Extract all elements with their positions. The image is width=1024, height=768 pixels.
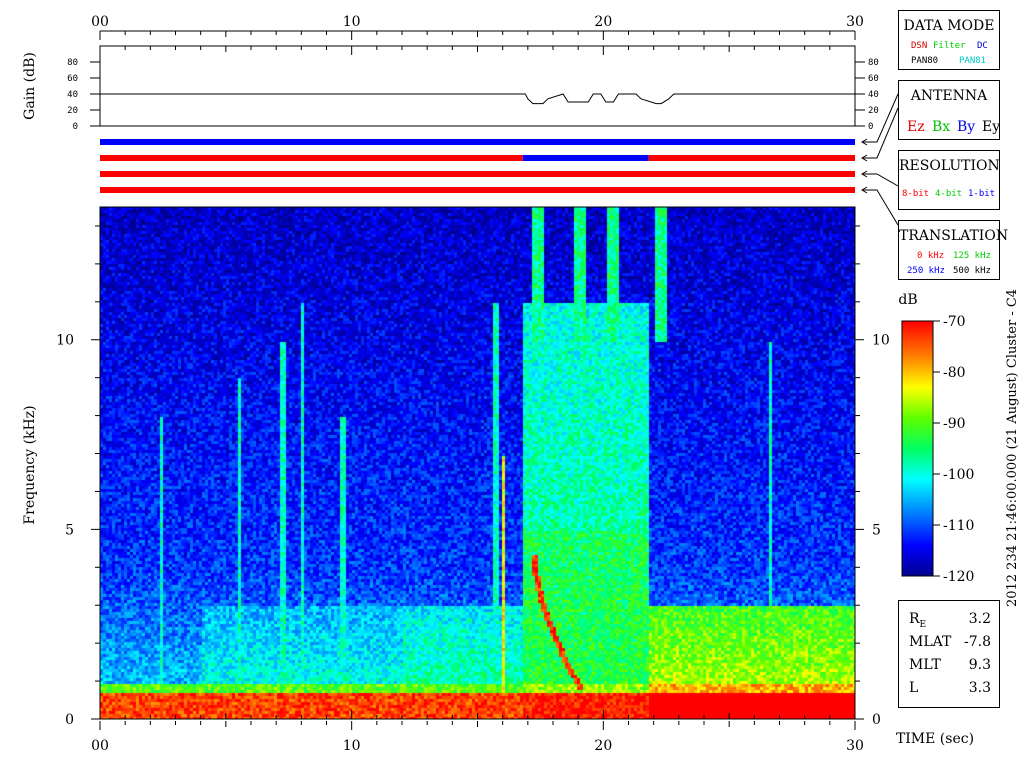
translation-item-500khz: 500 kHz [953, 266, 991, 276]
resolution-title: RESOLUTION [899, 158, 1000, 174]
translation-item-125khz: 125 kHz [953, 251, 991, 261]
data-mode-item-filter: Filter [933, 41, 966, 51]
ephemeris-value-mlt: 9.3 [968, 657, 991, 673]
freq-tick-label: 5 [65, 522, 74, 538]
time-tick-label-top: 10 [343, 14, 361, 30]
translation-title: TRANSLATION [899, 228, 1009, 244]
antenna-item-by: By [957, 119, 976, 135]
ephemeris-label-mlat: MLAT [909, 634, 952, 650]
data-mode-item-dsn: DSN [911, 41, 928, 51]
translation-item-250khz: 250 kHz [907, 266, 945, 276]
data-mode-item-pan81: PAN81 [959, 56, 987, 66]
antenna-item-bx: Bx [932, 119, 951, 135]
caption: 2012 234 21:46:00.000 (21 August) Cluste… [1005, 289, 1020, 607]
mode-bar-segment [522, 155, 649, 161]
colorbar-tick-label: -120 [943, 569, 974, 585]
data-mode-item-dc: DC [977, 41, 988, 51]
antenna-title: ANTENNA [910, 88, 988, 104]
ephemeris-label-l: L [909, 680, 919, 696]
translation-item-0khz: 0 kHz [917, 251, 945, 261]
ephemeris-value-re: 3.2 [968, 611, 991, 627]
time-tick-label-bottom: 10 [343, 738, 361, 754]
gain-tick-label-right: 20 [868, 106, 879, 116]
gain-tick-label-right: 0 [868, 122, 873, 132]
colorbar-tick-label: -100 [943, 467, 974, 483]
ephemeris-value-l: 3.3 [968, 680, 991, 696]
colorbar-tick-label: -80 [943, 365, 966, 381]
mode-bars [100, 139, 855, 193]
ephemeris-box: RE 3.2 MLAT -7.8 MLT 9.3 L 3.3 [898, 600, 1000, 708]
time-tick-label-bottom: 00 [91, 738, 109, 754]
spectrogram-figure: 80 8060 6040 4020 200 0 Gain (dB) 10 105 50 0 Fr… [22, 14, 1020, 754]
colorbar-tick-label: -110 [943, 518, 974, 534]
antenna-item-ey: Ey [982, 119, 1001, 135]
resolution-item-1bit: 1-bit [968, 189, 996, 199]
colorbar: -70 -80 -90 -100 -110 -120 dB 2012 234 21:46:… [898, 289, 1020, 607]
frequency-axis-label: Frequency (kHz) [22, 405, 38, 524]
data-mode-title: DATA MODE [903, 18, 995, 34]
gain-tick-label-right: 40 [868, 90, 879, 100]
mode-bar-segment [648, 155, 855, 161]
ephemeris-row: MLAT -7.8 [909, 634, 991, 652]
freq-tick-label: 0 [65, 712, 74, 728]
mode-bar-segment [100, 155, 523, 161]
freq-tick-label-right: 5 [872, 522, 881, 538]
colorbar-unit: dB [898, 292, 917, 308]
colorbar-tick-label: -90 [943, 416, 966, 432]
mode-bar-segment [100, 139, 855, 145]
time-tick-label-bottom: 30 [846, 738, 864, 754]
gain-tick-label: 20 [67, 106, 78, 116]
gain-tick-label: 40 [67, 90, 78, 100]
mode-bar-segment [100, 187, 855, 193]
time-tick-label-top: 30 [846, 14, 864, 30]
spectrogram-panel: 10 10 5 5 0 0 Frequency (kHz) [22, 206, 890, 728]
time-axis-label: TIME (sec) [896, 731, 974, 747]
gain-tick-label: 80 [67, 58, 78, 68]
data-mode-box: DATA MODE DSN Filter DC PAN80 PAN81 [898, 10, 1000, 70]
ephemeris-value-mlat: -7.8 [964, 634, 991, 650]
colorbar-tick-label: -70 [943, 314, 966, 330]
colorbar-ticks: -70 -80 -90 -100 -110 -120 [933, 314, 974, 585]
resolution-item-4bit: 4-bit [935, 189, 963, 199]
freq-tick-label-right: 0 [872, 712, 881, 728]
freq-tick-label-right: 10 [872, 333, 890, 349]
ephemeris-label-mlt: MLT [909, 657, 941, 673]
time-tick-label-bottom: 20 [594, 738, 612, 754]
mode-bar-segment [100, 171, 855, 177]
gain-tick-label: 60 [67, 74, 78, 84]
gain-panel: 80 80 60 60 40 40 20 20 0 0 Gain (dB) [22, 45, 879, 132]
time-tick-label-top: 00 [91, 14, 109, 30]
antenna-item-ez: Ez [907, 119, 925, 135]
ephemeris-row: L 3.3 [909, 680, 991, 698]
gain-tick-label: 0 [73, 122, 78, 132]
resolution-box: RESOLUTION 8-bit 4-bit 1-bit [898, 150, 1000, 210]
time-tick-label-top: 20 [594, 14, 612, 30]
freq-tick-label: 10 [56, 333, 74, 349]
gain-tick-label-right: 60 [868, 74, 879, 84]
spectrogram-image [100, 207, 855, 719]
gain-axis-label: Gain (dB) [22, 52, 38, 120]
data-mode-item-pan80: PAN80 [911, 56, 939, 66]
gain-tick-label-right: 80 [868, 58, 879, 68]
resolution-item-8bit: 8-bit [902, 189, 930, 199]
translation-box: TRANSLATION 0 kHz 125 kHz 250 kHz 500 kH… [898, 220, 1009, 280]
ephemeris-row: RE 3.2 [909, 611, 991, 630]
ephemeris-label-re: RE [909, 611, 927, 630]
antenna-box: ANTENNA Ez Bx By Ey [898, 80, 1000, 140]
ephemeris-row: MLT 9.3 [909, 657, 991, 675]
